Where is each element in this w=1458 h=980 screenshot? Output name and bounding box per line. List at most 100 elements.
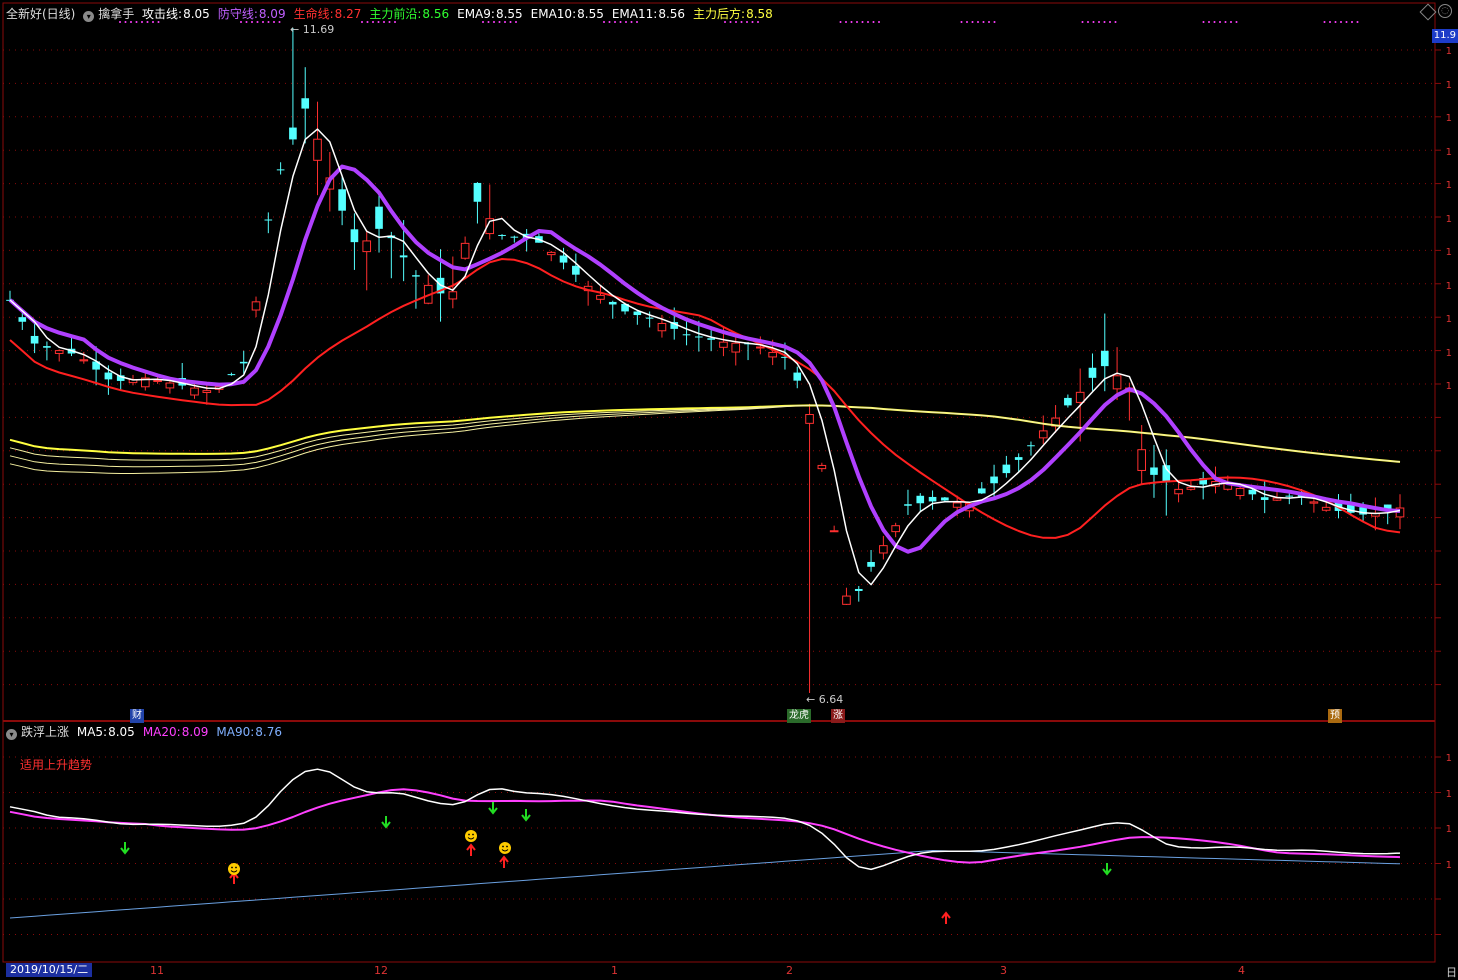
candle-body xyxy=(399,255,408,258)
marker-finance[interactable]: 财 xyxy=(130,709,144,723)
candle-body xyxy=(498,234,506,236)
x-tick: 1 xyxy=(611,964,618,977)
header-indicator-label: EMA11: xyxy=(611,7,658,21)
signal-dot xyxy=(1208,21,1210,23)
candle-body xyxy=(448,291,458,300)
indicator-values: 攻击线:8.05 防守线:8.09 生命线:8.27 主力前沿:8.56 EMA9:8.… xyxy=(142,7,781,21)
signal-dot xyxy=(960,21,963,23)
signal-dot xyxy=(861,21,864,23)
candle-body xyxy=(1150,467,1158,475)
buy-arrow-icon xyxy=(499,855,509,868)
candle-body xyxy=(313,138,322,161)
yellow-ma-line xyxy=(9,404,1401,468)
sell-arrow-icon xyxy=(120,842,130,855)
candle-body xyxy=(768,351,777,358)
candle-body xyxy=(805,414,814,424)
candle-body xyxy=(990,476,998,484)
x-tick: 4 xyxy=(1238,964,1245,977)
candle-body xyxy=(707,338,715,340)
axis-digit: 1 xyxy=(1446,314,1452,325)
candle-body xyxy=(251,301,261,311)
signal-dot xyxy=(1103,21,1106,23)
x-tick: 2 xyxy=(786,964,793,977)
signal-dot xyxy=(1345,21,1348,23)
candle-body xyxy=(854,588,863,591)
sell-arrow-icon xyxy=(381,816,391,829)
sub-indicator-value: 8.09 xyxy=(181,725,209,739)
candle-body xyxy=(1075,391,1085,403)
signal-dot xyxy=(966,21,968,23)
chart-frame: 1 1 1 1 1 1 1 1 1 1 1 1 1 1 1 xyxy=(2,2,1452,963)
marker-forecast[interactable]: 预 xyxy=(1328,709,1342,723)
marker-limit-up[interactable]: 涨 xyxy=(831,709,845,723)
header-indicator-item: EMA11:8.56 xyxy=(612,7,689,21)
period-label: 日 xyxy=(1446,966,1457,979)
sell-arrow-icon xyxy=(488,802,498,815)
candle-body xyxy=(829,530,839,533)
marker-dragon-tiger[interactable]: 龙虎 xyxy=(787,709,811,723)
axis-digit: 1 xyxy=(1446,113,1452,124)
smiley-eye xyxy=(235,866,237,869)
candle-body xyxy=(1321,506,1331,511)
axis-digit: 1 xyxy=(1446,80,1452,91)
settings-icon[interactable]: ◌ xyxy=(1438,4,1452,18)
sub-indicator-name[interactable]: 跌浮上涨 xyxy=(21,725,69,739)
candle-body xyxy=(301,98,310,109)
signal-dot xyxy=(1235,21,1238,23)
candle-body xyxy=(190,387,199,396)
candle-body xyxy=(473,182,482,202)
axis-digit: 1 xyxy=(1446,824,1452,835)
x-tick: 11 xyxy=(150,964,164,977)
signal-dot xyxy=(878,21,880,23)
candle-body xyxy=(817,464,827,470)
collapse-icon[interactable]: ▾ xyxy=(83,11,95,22)
header-indicator-value: 8.09 xyxy=(258,7,286,21)
candle-body xyxy=(30,335,39,344)
candle-body xyxy=(1064,397,1072,406)
candle-body xyxy=(54,350,64,354)
sell-arrow-icon xyxy=(521,809,531,822)
candle-body xyxy=(1100,350,1109,367)
sub-indicator-value: 8.76 xyxy=(255,725,282,739)
signal-dot xyxy=(971,21,974,23)
candle-body xyxy=(43,346,51,348)
candle-body xyxy=(1272,497,1282,501)
candle-body xyxy=(793,372,802,381)
candle-body xyxy=(1027,445,1035,447)
header-indicator-value: 8.56 xyxy=(658,7,686,21)
signal-dot xyxy=(1081,21,1084,23)
axis-digit: 1 xyxy=(1446,247,1452,258)
header-indicator-label: 主力前沿: xyxy=(369,7,422,21)
candle-body xyxy=(1038,430,1048,439)
axis-digit: 1 xyxy=(1446,214,1452,225)
candle-body xyxy=(1014,457,1023,460)
signal-dot xyxy=(1087,21,1089,23)
signal-dot xyxy=(1114,21,1117,23)
yellow-ma-line xyxy=(9,404,1401,474)
sub-ma90-line xyxy=(9,850,1401,919)
candle-body xyxy=(264,219,273,221)
header-indicator-label: EMA9: xyxy=(457,7,495,21)
candle-body xyxy=(1260,497,1269,500)
axis-digit: 1 xyxy=(1446,753,1452,764)
sub-collapse-icon[interactable]: ▾ xyxy=(6,729,17,740)
indicator-name[interactable]: 擒拿手 xyxy=(98,7,134,21)
header-indicator-label: EMA10: xyxy=(530,7,577,21)
signal-dot xyxy=(839,21,842,23)
candle-body xyxy=(18,317,27,322)
signal-dot xyxy=(1351,21,1353,23)
candle-body xyxy=(916,495,925,504)
signal-dot xyxy=(845,21,847,23)
candle-body xyxy=(165,382,175,389)
signal-dot xyxy=(1224,21,1227,23)
signal-dot xyxy=(977,21,979,23)
smiley-eye xyxy=(506,845,508,848)
signal-dot xyxy=(850,21,853,23)
axis-digit: 1 xyxy=(1446,281,1452,292)
signal-dot xyxy=(1340,21,1342,23)
candle-body xyxy=(719,341,728,348)
usage-note: 适用上升趋势 xyxy=(20,758,93,772)
candle-body xyxy=(891,525,900,533)
axis-digit: 1 xyxy=(1446,46,1452,57)
candle-body xyxy=(842,595,851,605)
